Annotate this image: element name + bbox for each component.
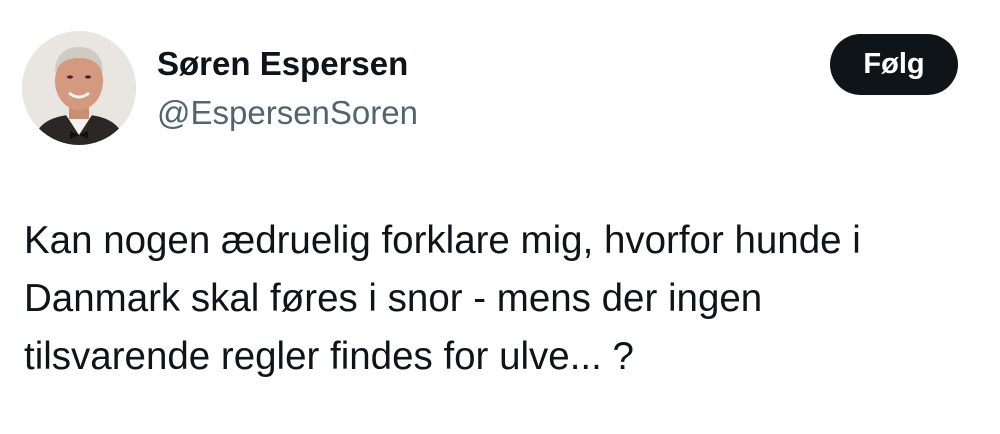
author-handle[interactable]: @EspersenSoren [157, 93, 418, 133]
tweet-text: Kan nogen ædruelig forklare mig, hvorfor… [24, 219, 861, 378]
avatar-image [22, 31, 136, 145]
follow-button[interactable]: Følg [830, 34, 958, 95]
avatar[interactable] [22, 31, 136, 145]
tweet-card: Søren Espersen @EspersenSoren Følg Kan n… [0, 0, 1000, 434]
author-display-name[interactable]: Søren Espersen [157, 44, 408, 84]
